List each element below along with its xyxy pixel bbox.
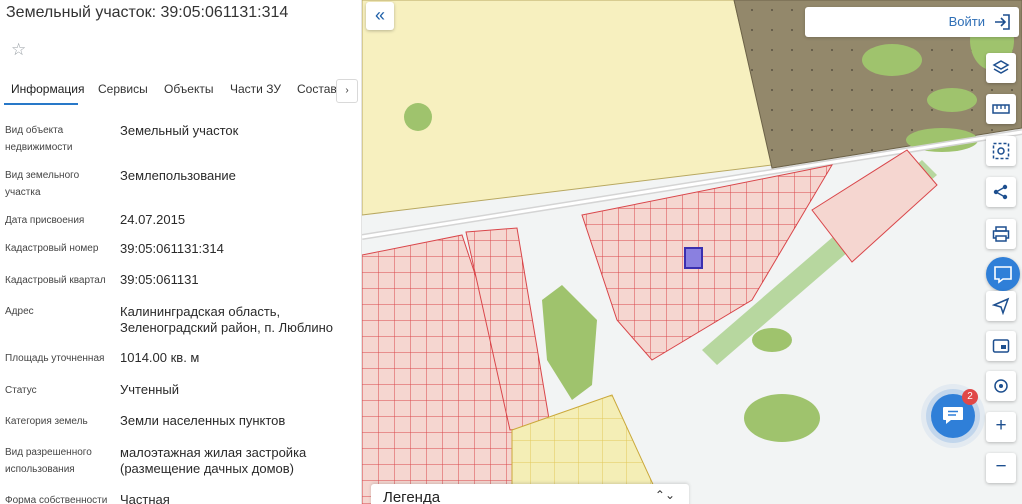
- tab-bar: Информация Сервисы Объекты Части ЗУ Сост…: [0, 76, 361, 106]
- field-label: Дата присвоения: [5, 215, 85, 226]
- minus-icon: −: [995, 456, 1007, 477]
- share-icon: [993, 184, 1008, 200]
- tab-services[interactable]: Сервисы: [98, 82, 148, 96]
- field-value: Частная: [120, 492, 170, 504]
- green-patch: [927, 88, 977, 112]
- field-value: 39:05:061131:314: [120, 241, 224, 256]
- legend-toggle[interactable]: Легенда ⌃⌄: [371, 484, 689, 504]
- cadastral-map[interactable]: [362, 0, 1022, 504]
- field-label: Вид разрешенного использования: [5, 447, 92, 475]
- chat-icon: [943, 407, 963, 424]
- map-canvas[interactable]: [362, 0, 1022, 504]
- green-area: [752, 328, 792, 352]
- ruler-icon: [992, 104, 1010, 114]
- zoom-out-button[interactable]: −: [986, 453, 1016, 483]
- measure-button[interactable]: [986, 94, 1016, 124]
- field-label: Адрес: [5, 306, 34, 317]
- legend-label: Легенда: [383, 489, 441, 504]
- tab-info[interactable]: Информация: [11, 82, 84, 96]
- layers-icon: [992, 60, 1010, 74]
- window-button[interactable]: [986, 331, 1016, 361]
- login-button[interactable]: Войти: [805, 7, 1019, 37]
- login-icon: [995, 14, 1010, 30]
- chat-notification-badge: 2: [962, 389, 978, 405]
- login-label: Войти: [948, 14, 985, 29]
- green-area: [542, 285, 597, 400]
- field-value: Земли населенных пунктов: [120, 413, 286, 428]
- field-label: Площадь уточненная: [5, 353, 105, 364]
- field-value: Калининградская область, Зеленоградский …: [120, 304, 334, 335]
- field-value: Земельный участок: [120, 123, 239, 138]
- tabs-scroll-right-button[interactable]: ›: [336, 79, 358, 103]
- field-value: 24.07.2015: [120, 212, 186, 227]
- area-select-icon: [992, 142, 1010, 160]
- share-button[interactable]: [986, 177, 1016, 207]
- selected-parcel[interactable]: [684, 247, 703, 269]
- field-label: Кадастровый квартал: [5, 275, 106, 286]
- basemap-button[interactable]: [986, 257, 1020, 291]
- zoom-in-button[interactable]: +: [986, 412, 1016, 442]
- favorite-star-icon[interactable]: ☆: [11, 41, 29, 59]
- field-label: Статус: [5, 385, 37, 396]
- tab-composition[interactable]: Состав: [297, 82, 337, 96]
- plus-icon: +: [995, 415, 1007, 436]
- active-tab-indicator: [4, 103, 78, 105]
- field-label: Категория земель: [5, 416, 88, 427]
- basemap-icon: [994, 266, 1012, 284]
- layers-button[interactable]: [986, 53, 1016, 83]
- tab-objects[interactable]: Объекты: [164, 82, 214, 96]
- print-button[interactable]: [986, 219, 1016, 249]
- location-icon: [994, 379, 1008, 393]
- field-value: Землепользование: [120, 168, 236, 183]
- location-button[interactable]: [986, 371, 1016, 401]
- page-title: Земельный участок: 39:05:061131:314: [6, 4, 289, 21]
- field-value: малоэтажная жилая застройка (размещение …: [120, 445, 307, 476]
- info-panel: Земельный участок: 39:05:061131:314 ☆ Ин…: [0, 0, 362, 504]
- field-label: Кадастровый номер: [5, 243, 99, 254]
- field-label: Форма собственности: [5, 495, 108, 504]
- green-area: [404, 103, 432, 131]
- area-select-button[interactable]: [986, 136, 1016, 166]
- expand-collapse-icon: ⌃⌄: [654, 488, 675, 502]
- green-patch: [862, 44, 922, 76]
- field-value: 39:05:061131: [120, 272, 199, 287]
- collapse-panel-button[interactable]: «: [366, 2, 394, 30]
- navigation-icon: [992, 297, 1010, 315]
- field-label: Вид земельного участка: [5, 170, 80, 198]
- tab-parts[interactable]: Части ЗУ: [230, 82, 281, 96]
- field-value: Учтенный: [120, 382, 180, 397]
- green-area: [744, 394, 820, 442]
- window-icon: [992, 339, 1010, 353]
- field-label: Вид объекта недвижимости: [5, 125, 73, 153]
- field-value: 1014.00 кв. м: [120, 350, 200, 365]
- print-icon: [992, 226, 1010, 242]
- navigation-button[interactable]: [986, 291, 1016, 321]
